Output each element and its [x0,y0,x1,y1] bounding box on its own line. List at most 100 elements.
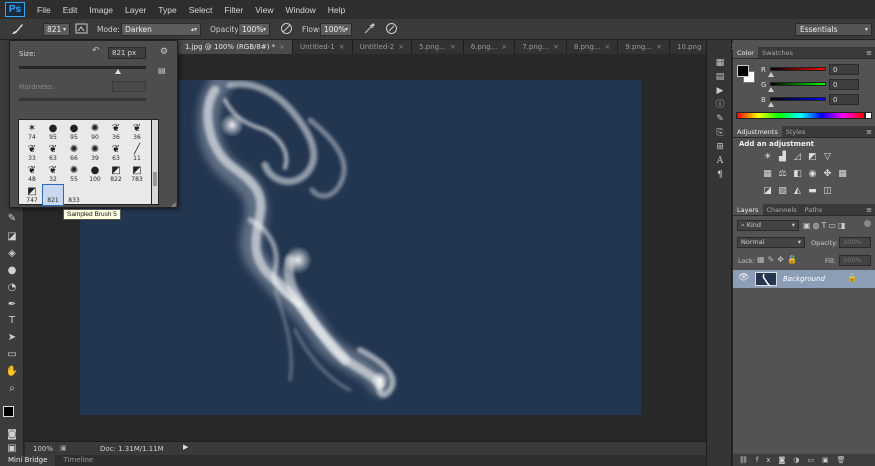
channel-slider-thumb[interactable] [768,102,774,107]
lock-icons[interactable]: ▦✎✥🔒 [757,255,800,264]
tab-document-5[interactable]: 6.png... × [463,40,516,54]
panel-menu-icon[interactable]: ≡ [866,49,872,57]
new-preset-icon[interactable]: ▤ [158,66,166,75]
paragraph-panel-icon[interactable]: ¶ [714,170,726,181]
brush-preset[interactable]: 821 [42,184,64,206]
channel-value-input[interactable]: 0 [829,64,859,75]
history-brush-tool-icon[interactable]: ✎ [4,212,20,226]
exposure-icon[interactable]: ◩ [806,152,819,163]
mode-select[interactable]: Darken ▴▾ [121,23,201,36]
history-panel-icon[interactable]: ▦ [714,58,726,69]
brush-preset[interactable]: ❦ 33 [22,143,42,163]
menu-filter[interactable]: Filter [224,5,243,15]
brush-preset[interactable]: ✺ 66 [64,143,84,163]
brush-preset[interactable]: ╱ 11 [127,143,147,163]
brush-preset[interactable]: ● 100 [85,164,105,184]
menu-layer[interactable]: Layer [125,5,146,15]
tab-layers[interactable]: Layers [733,204,763,215]
close-icon[interactable]: × [279,43,285,51]
curves-icon[interactable]: ◿ [791,152,804,163]
channel-slider[interactable] [770,97,826,101]
gear-icon[interactable]: ⚙ [160,47,168,57]
threshold-icon[interactable]: ◭ [791,186,804,197]
brush-preset[interactable]: ❦ 63 [106,143,126,163]
tab-document-3[interactable]: Untitled-2 × [352,40,413,54]
channel-slider-thumb[interactable] [768,87,774,92]
tab-mini-bridge[interactable]: Mini Bridge [0,455,56,466]
quick-mask-icon[interactable]: ◙ [4,428,20,442]
hand-tool-icon[interactable]: ✋ [4,365,20,379]
opacity-input[interactable]: 100% ▾ [238,23,270,36]
character-panel-icon[interactable]: A [714,156,726,167]
brush-preset[interactable]: ✶ 74 [22,122,42,142]
panel-menu-icon[interactable]: ≡ [866,206,872,214]
brush-preset[interactable]: ● 95 [43,122,63,142]
brush-size-slider-thumb[interactable] [115,69,122,74]
close-icon[interactable]: × [450,43,456,51]
panel-menu-icon[interactable]: ≡ [866,128,872,136]
blur-tool-icon[interactable]: ● [4,264,20,278]
levels-icon[interactable]: ▟ [776,152,789,163]
menu-help[interactable]: Help [328,5,345,15]
tab-document-2[interactable]: Untitled-1 × [293,40,353,54]
tab-document-1[interactable]: 1.jpg @ 100% (RGB/8#) * × [178,40,294,54]
layers-footer-icons[interactable]: ⛓fx◙◑▭▣🗑 [733,454,875,466]
brightness-icon[interactable]: ☀ [761,152,774,163]
close-icon[interactable]: × [398,43,404,51]
menu-image[interactable]: Image [89,5,113,15]
menu-select[interactable]: Select [189,5,213,15]
properties-panel-icon[interactable]: ▤ [714,72,726,83]
filter-toggle-icon[interactable] [864,220,871,227]
hue-saturation-icon[interactable]: ▦ [761,169,774,180]
foreground-color-swatch[interactable] [3,406,14,417]
tab-adjustments[interactable]: Adjustments [733,126,782,137]
brush-preset[interactable]: ✺ 39 [85,143,105,163]
channel-slider-thumb[interactable] [768,72,774,77]
doc-size[interactable]: Doc: 1.31M/1.11M [100,445,164,453]
fill-input[interactable]: 100% [839,255,871,266]
channel-value-input[interactable]: 0 [829,79,859,90]
tab-timeline[interactable]: Timeline [55,455,101,466]
brush-tool-icon[interactable] [10,22,24,36]
gradient-map-icon[interactable]: ▬ [806,186,819,197]
layer-name[interactable]: Background [783,275,825,283]
close-icon[interactable]: × [501,43,507,51]
brush-preset[interactable]: ❦ 63 [43,143,63,163]
status-arrow-icon[interactable]: ▶ [183,443,188,451]
info-panel-icon[interactable]: ⓘ [714,100,726,111]
tab-swatches[interactable]: Swatches [758,47,797,58]
brush-preset[interactable]: ❦ 48 [22,164,42,184]
invert-icon[interactable]: ◪ [761,186,774,197]
rectangle-tool-icon[interactable]: ▭ [4,348,20,362]
brush-preset[interactable]: ◩ 747 [22,185,42,205]
white-swatch[interactable] [865,112,872,119]
eye-icon[interactable]: 👁 [738,273,749,283]
flow-input[interactable]: 100% ▾ [320,23,352,36]
tab-document-6[interactable]: 7.png... × [515,40,567,54]
eraser-tool-icon[interactable]: ◪ [4,230,20,244]
layer-row-background[interactable]: 👁 Background 🔒 [733,270,875,288]
clone-source-panel-icon[interactable]: ⎘ [714,128,726,139]
menu-file[interactable]: File [37,5,51,15]
type-tool-icon[interactable]: T [4,314,20,328]
channel-slider[interactable] [770,82,826,86]
color-balance-icon[interactable]: ⚖ [776,169,789,180]
brush-preset[interactable]: ✺ 55 [64,164,84,184]
brush-preset[interactable]: ❦ 36 [106,122,126,142]
menu-type[interactable]: Type [158,5,176,15]
brush-size-input[interactable]: 821 px [108,47,146,59]
tab-channels[interactable]: Channels [763,204,801,215]
layer-filter-icons[interactable]: ▣◍T▭◨ [803,221,848,230]
channel-value-input[interactable]: 0 [829,94,859,105]
tab-color[interactable]: Color [733,47,758,58]
layer-opacity-input[interactable]: 100% [839,237,871,248]
color-spectrum-bar[interactable] [736,112,865,119]
black-white-icon[interactable]: ◧ [791,169,804,180]
tab-document-8[interactable]: 9.png... × [618,40,670,54]
close-icon[interactable]: × [553,43,559,51]
pressure-opacity-icon[interactable] [279,22,293,36]
paint-bucket-tool-icon[interactable]: ◈ [4,247,20,261]
brush-preset[interactable]: ● 95 [64,122,84,142]
pen-tool-icon[interactable]: ✒ [4,298,20,312]
brush-grid-scrollbar[interactable] [151,119,159,205]
